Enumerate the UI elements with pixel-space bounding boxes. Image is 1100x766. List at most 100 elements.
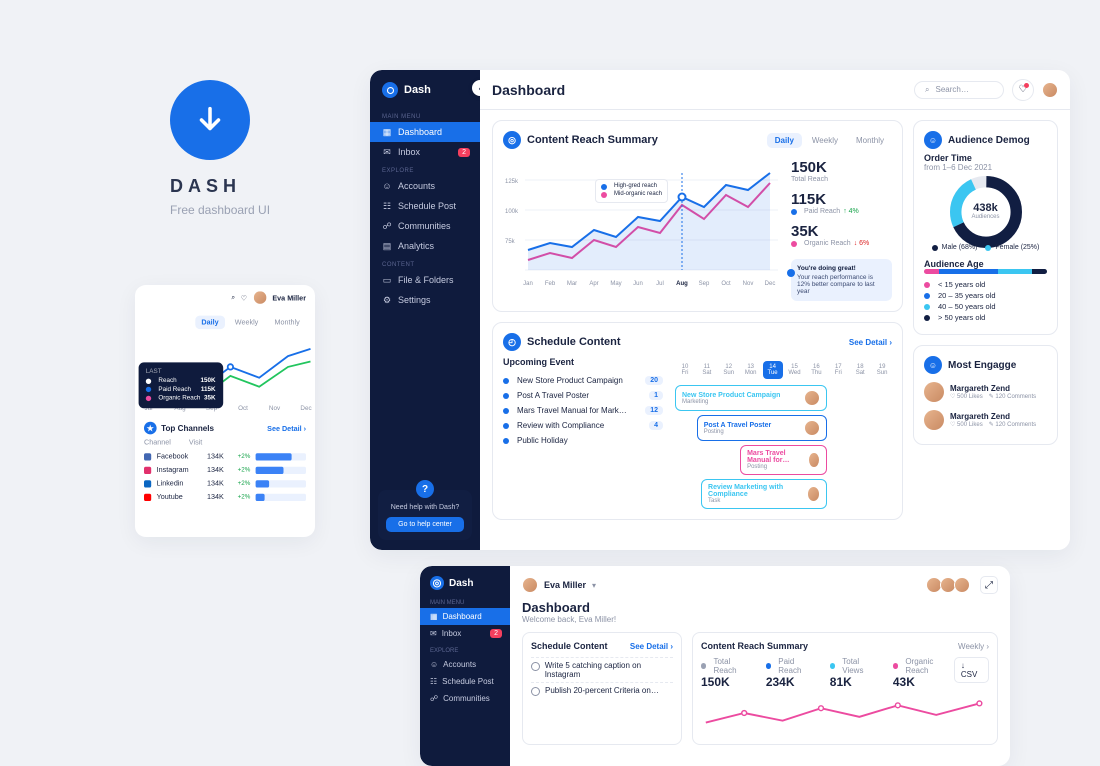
search-input[interactable]: ⌕Search… [914,81,1004,99]
stat-total-reach: 150KTotal Reach [791,159,892,183]
star-icon: ★ [144,422,157,435]
sidebar-item-accounts[interactable]: ☺Accounts [370,176,480,196]
chart-marker-tooltip: High-gred reach Mid-organic reach [595,179,668,203]
grid-icon: ▦ [430,612,438,621]
sidebar-item-communities[interactable]: ☍Communities [420,690,510,707]
svg-text:Jul: Jul [656,281,664,287]
mini-line-chart [701,693,989,733]
tab-daily[interactable]: Daily [195,316,225,330]
calendar-day[interactable]: 10Fri [675,361,695,379]
audience-demo-panel: ☺Audience Demog Order Time from 1–6 Dec … [913,120,1058,335]
calendar-day[interactable]: 16Thu [806,361,826,379]
sidebar-item-settings[interactable]: ⚙Settings [370,290,480,310]
schedule-item[interactable]: Write 5 catching caption on Instagram [531,657,673,682]
avatar[interactable] [522,577,538,593]
event-row[interactable]: Public Holiday [503,433,663,448]
member-row[interactable]: Margareth Zend♡ 500 Likes✎ 120 Comments [924,378,1047,406]
preview-small-left: ⌕ ♡ Eva Miller Daily Weekly Monthly JulA… [135,285,315,537]
bell-icon[interactable]: ♡ [241,294,247,302]
chevron-down-icon[interactable]: ▾ [592,581,596,590]
see-detail-link[interactable]: See Detail › [267,424,306,432]
tab-monthly[interactable]: Monthly [268,316,306,330]
sidebar-item-accounts[interactable]: ☺Accounts [420,656,510,673]
sidebar-item-dashboard[interactable]: ▦Dashboard [420,608,510,625]
calendar-day[interactable]: 18Sat [850,361,870,379]
sidebar-item-schedule-post[interactable]: ☷Schedule Post [420,673,510,690]
sidebar-item-schedule-post[interactable]: ☷Schedule Post [370,196,480,216]
chart-tooltip: LAST Reach 150K Paid Reach 115K Organic … [139,362,223,408]
sidebar-item-inbox[interactable]: ✉Inbox2 [420,625,510,642]
stat-item: Total Views81K [830,657,879,689]
svg-text:Aug: Aug [676,281,688,287]
gantt-card[interactable]: New Store Product CampaignMarketing [675,385,827,411]
brand-mark-icon: ◎ [430,576,444,590]
channel-row[interactable]: Youtube134K+2% [144,490,306,504]
sidebar: ◎Dash MAIN MENU ▦Dashboard ✉Inbox2 EXPLO… [420,566,510,766]
help-title: Need help with Dash? [386,504,464,511]
bell-icon: ♡ [1019,84,1028,95]
inbox-icon: ✉ [382,147,392,157]
tab-monthly[interactable]: Monthly [848,133,892,148]
calendar-day[interactable]: 15Wed [785,361,805,379]
event-row[interactable]: Post A Travel Poster1 [503,388,663,403]
tab-weekly[interactable]: Weekly [229,316,265,330]
sidebar-item-dashboard[interactable]: ▦ Dashboard [370,122,480,142]
avatar[interactable] [1042,82,1058,98]
brand-tagline: Free dashboard UI [170,203,270,217]
sidebar-item-analytics[interactable]: ▤Analytics [370,236,480,256]
channel-row[interactable]: Linkedin134K+2% [144,477,306,491]
age-bar [924,269,1047,274]
tab-weekly[interactable]: Weekly [804,133,846,148]
order-time-range: from 1–6 Dec 2021 [924,163,1047,172]
user-name: Eva Miller [544,580,586,590]
sidebar-brand-label: Dash [404,84,431,96]
sidebar-section-main: MAIN MENU [370,108,480,122]
sidebar-item-label: Dashboard [398,127,442,137]
calendar-day[interactable]: 14Tue [763,361,783,379]
search-icon[interactable]: ⌕ [231,293,235,302]
calendar-day[interactable]: 19Sun [872,361,892,379]
calendar-day[interactable]: 12Sun [719,361,739,379]
channel-row[interactable]: Instagram134K+2% [144,463,306,477]
calendar-day[interactable]: 17Fri [828,361,848,379]
avatar[interactable] [253,290,267,304]
svg-text:Oct: Oct [721,281,731,287]
users-icon: ☺ [924,356,942,374]
event-row[interactable]: New Store Product Campaign20 [503,373,663,388]
notification-button[interactable]: ♡ [1012,79,1034,101]
analytics-icon: ▤ [382,241,392,251]
see-detail-link[interactable]: See Detail › [630,642,673,651]
svg-text:75k: 75k [505,239,516,245]
channel-row[interactable]: Facebook134K+2% [144,450,306,464]
svg-text:May: May [610,281,621,287]
panel-title: Schedule Content [527,336,621,348]
gantt-card[interactable]: Review Marketing with ComplianceTask [701,479,827,509]
svg-text:Jun: Jun [633,281,643,287]
upcoming-title: Upcoming Event [503,357,663,367]
help-button[interactable]: Go to help center [386,517,464,532]
sidebar-item-communities[interactable]: ☍Communities [370,216,480,236]
schedule-item[interactable]: Publish 20-percent Criteria on… [531,682,673,699]
calendar-day[interactable]: 11Sat [697,361,717,379]
gantt-card[interactable]: Post A Travel PosterPosting [697,415,827,441]
brand-mark-icon [382,82,398,98]
event-row[interactable]: Review with Compliance4 [503,418,663,433]
calendar-day[interactable]: 13Mon [741,361,761,379]
topbar: Dashboard ⌕Search… ♡ [480,70,1070,110]
gender-legend: Male (68%) Female (25%) [924,244,1047,251]
grid-icon: ▦ [382,127,392,137]
event-row[interactable]: Mars Travel Manual for Mark…12 [503,403,663,418]
gantt-card[interactable]: Mars Travel Manual for…Posting [740,445,827,475]
tab-daily[interactable]: Daily [767,133,802,148]
calendar-icon: ☷ [430,677,437,686]
sidebar-item-inbox[interactable]: ✉Inbox2 [370,142,480,162]
member-row[interactable]: Margareth Zend♡ 500 Likes✎ 120 Comments [924,406,1047,434]
order-time-label: Order Time [924,153,1047,163]
svg-text:100k: 100k [505,209,519,215]
export-csv-button[interactable]: ↓ CSV [954,657,989,683]
sidebar-item-files[interactable]: ▭File & Folders [370,270,480,290]
tab-weekly[interactable]: Weekly › [958,642,989,651]
see-detail-link[interactable]: See Detail › [849,338,892,347]
svg-text:Apr: Apr [589,281,598,287]
expand-icon[interactable]: ⤢ [980,576,998,594]
